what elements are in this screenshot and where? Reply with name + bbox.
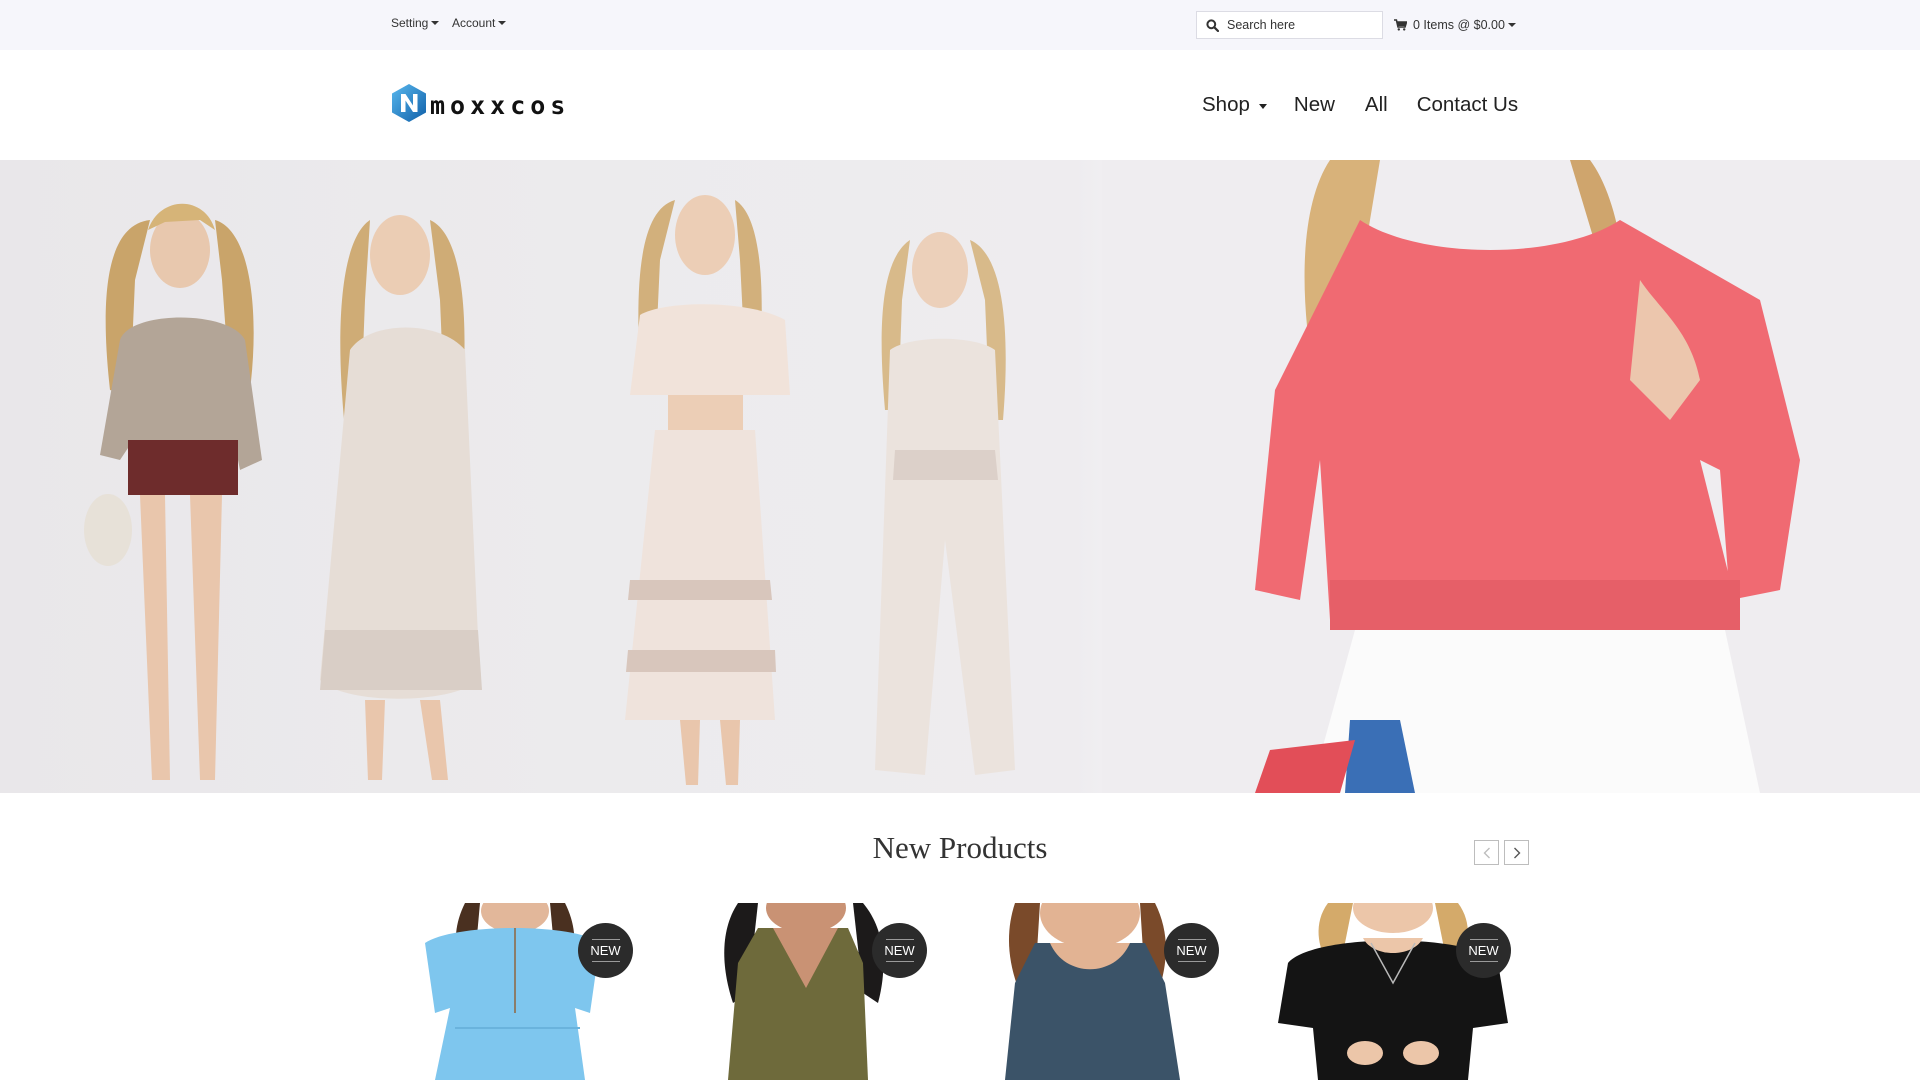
- brand-logo[interactable]: moxxcos: [390, 83, 570, 123]
- logo-mark-icon: [392, 84, 426, 122]
- nav-shop[interactable]: Shop: [1202, 93, 1267, 117]
- hero-model-4: [875, 232, 1015, 775]
- hero-model-2: [320, 215, 482, 780]
- search-box: [1196, 11, 1383, 39]
- product-card[interactable]: NEW: [980, 903, 1220, 1080]
- nav-contact[interactable]: Contact Us: [1417, 93, 1518, 117]
- cart-icon: [1394, 19, 1407, 31]
- product-card[interactable]: NEW: [688, 903, 928, 1080]
- new-badge: NEW: [872, 923, 927, 978]
- top-utility-bar: Setting Account 0 Items @ $0.00: [0, 0, 1920, 50]
- carousel-prev-button[interactable]: [1474, 840, 1499, 865]
- account-menu-label: Account: [452, 16, 496, 30]
- hero-model-3: [625, 195, 790, 785]
- caret-down-icon: [1258, 103, 1267, 109]
- nav-new[interactable]: New: [1294, 93, 1335, 117]
- new-badge: NEW: [1456, 923, 1511, 978]
- nav-all-label: All: [1364, 93, 1388, 116]
- chevron-right-icon: [1513, 847, 1520, 858]
- caret-down-icon: [431, 21, 440, 25]
- product-card[interactable]: NEW: [395, 903, 635, 1080]
- nav-shop-label: Shop: [1202, 93, 1250, 116]
- search-input[interactable]: [1227, 18, 1377, 32]
- nav-all[interactable]: All: [1365, 93, 1388, 117]
- chevron-left-icon: [1483, 847, 1490, 858]
- site-header: moxxcos Shop New All Contact Us: [0, 50, 1920, 160]
- nav-contact-label: Contact Us: [1416, 93, 1519, 116]
- carousel-next-button[interactable]: [1504, 840, 1529, 865]
- hero-image: [84, 160, 1920, 793]
- hero-model-1: [84, 203, 262, 780]
- cart-label: 0 Items @ $0.00: [1413, 18, 1505, 32]
- caret-down-icon: [1507, 23, 1516, 27]
- new-badge: NEW: [578, 923, 633, 978]
- account-menu[interactable]: Account: [452, 16, 507, 30]
- new-badge: NEW: [1164, 923, 1219, 978]
- nav-new-label: New: [1293, 93, 1335, 116]
- cart-summary[interactable]: 0 Items @ $0.00: [1394, 18, 1516, 32]
- setting-menu[interactable]: Setting: [391, 16, 440, 30]
- setting-menu-label: Setting: [391, 16, 429, 30]
- main-nav: Shop New All Contact Us: [1202, 93, 1518, 117]
- hero-banner[interactable]: [0, 160, 1920, 793]
- logo-wordmark: moxxcos: [430, 90, 571, 120]
- search-icon[interactable]: [1197, 12, 1227, 38]
- product-card[interactable]: NEW: [1273, 903, 1513, 1080]
- caret-down-icon: [498, 21, 507, 25]
- section-title: New Products: [872, 830, 1048, 865]
